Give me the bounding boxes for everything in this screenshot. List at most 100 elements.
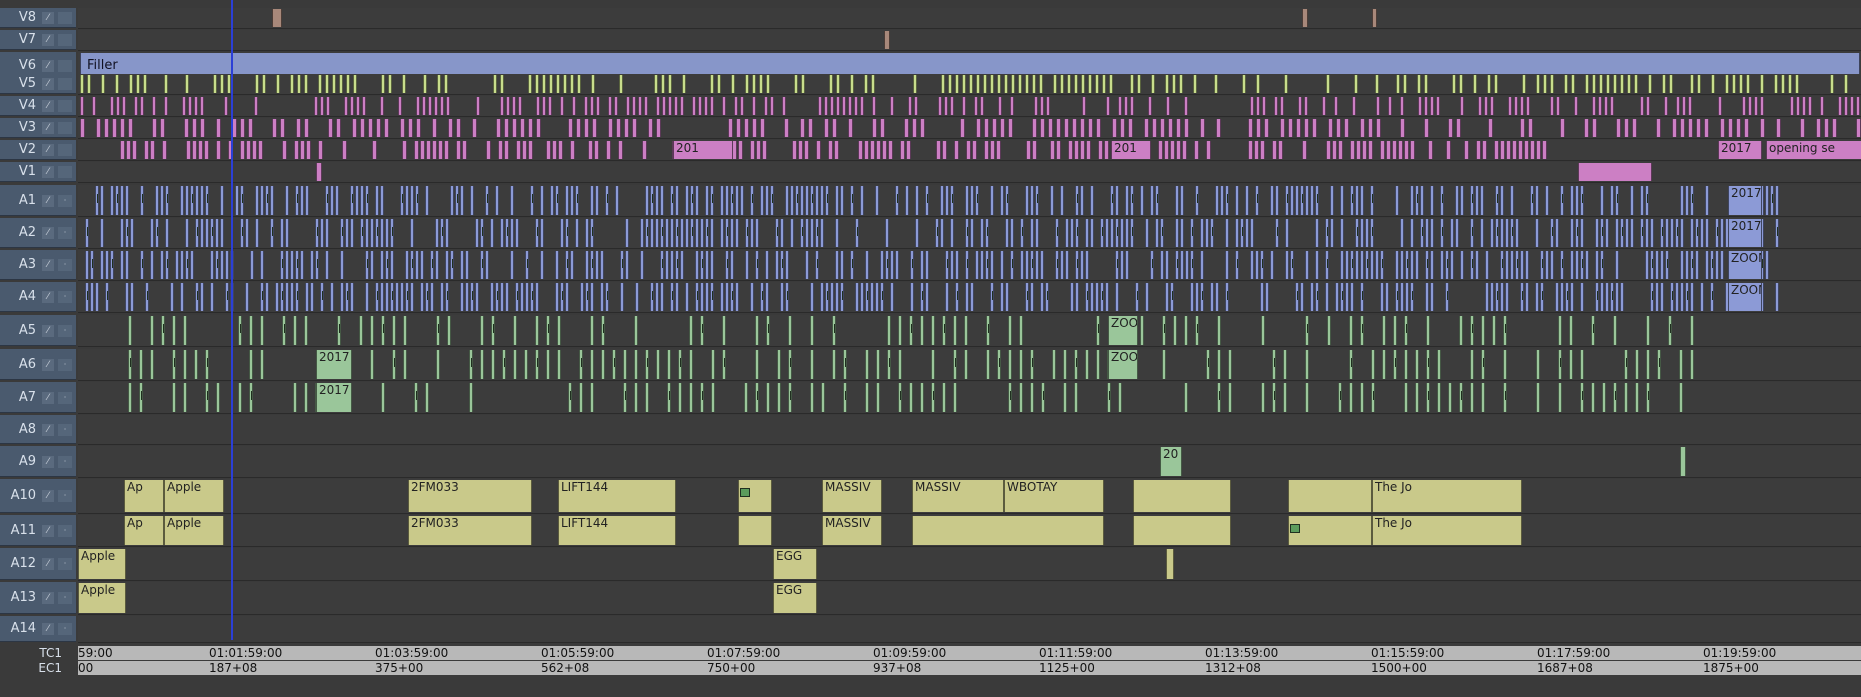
clip[interactable] xyxy=(1152,119,1157,137)
clip[interactable] xyxy=(315,219,319,247)
clip[interactable] xyxy=(1368,141,1373,159)
clip[interactable] xyxy=(220,251,224,279)
clip[interactable] xyxy=(1080,251,1084,279)
track-row-v7[interactable] xyxy=(78,30,1861,51)
clip[interactable] xyxy=(1505,251,1509,279)
clip[interactable] xyxy=(380,251,384,279)
clip[interactable] xyxy=(1272,141,1277,159)
clip[interactable] xyxy=(1045,283,1049,311)
clip[interactable] xyxy=(425,283,429,311)
clip[interactable] xyxy=(345,283,349,311)
clip[interactable] xyxy=(1340,219,1344,247)
clip[interactable] xyxy=(455,186,459,215)
clip[interactable] xyxy=(1711,75,1715,93)
clip[interactable] xyxy=(1344,119,1349,137)
clip[interactable] xyxy=(953,316,957,345)
clip[interactable] xyxy=(931,350,935,379)
clip[interactable] xyxy=(722,316,726,345)
clip[interactable] xyxy=(320,283,324,311)
clip[interactable] xyxy=(1180,251,1184,279)
clip[interactable] xyxy=(305,283,309,311)
clip[interactable] xyxy=(1660,251,1664,279)
clip[interactable] xyxy=(1360,186,1364,215)
clip[interactable] xyxy=(876,383,880,412)
clip[interactable] xyxy=(766,75,770,93)
clip[interactable] xyxy=(535,75,539,93)
clip[interactable] xyxy=(1425,283,1429,311)
clip[interactable] xyxy=(645,383,649,412)
clip[interactable] xyxy=(1856,119,1861,137)
clip[interactable] xyxy=(1106,97,1110,115)
clip[interactable] xyxy=(1190,283,1194,311)
clip[interactable] xyxy=(1304,119,1309,137)
clip[interactable] xyxy=(1355,251,1359,279)
clip[interactable] xyxy=(855,219,859,247)
clip[interactable] xyxy=(835,219,839,247)
clip[interactable] xyxy=(1679,350,1683,379)
clip[interactable] xyxy=(194,97,198,115)
clip[interactable] xyxy=(905,186,909,215)
clip[interactable] xyxy=(865,350,869,379)
clip[interactable] xyxy=(1485,283,1489,311)
track-header-a5[interactable]: A5 ⁄ · xyxy=(0,315,76,346)
track-row-a3[interactable]: ZOOM xyxy=(78,250,1861,281)
clip[interactable] xyxy=(320,97,324,115)
clip[interactable]: MASSIV xyxy=(822,480,882,512)
clip[interactable] xyxy=(326,97,330,115)
clip[interactable] xyxy=(120,186,124,215)
track-lock-icon[interactable]: ⁄ xyxy=(42,259,54,271)
clip[interactable] xyxy=(909,383,913,412)
clip[interactable] xyxy=(1555,219,1559,247)
clip[interactable] xyxy=(115,186,119,215)
clip[interactable] xyxy=(325,186,329,215)
clip[interactable] xyxy=(1334,97,1338,115)
clip[interactable] xyxy=(260,283,264,311)
clip[interactable] xyxy=(1746,75,1750,93)
clip[interactable] xyxy=(1520,251,1524,279)
clip[interactable] xyxy=(1528,119,1533,137)
clip[interactable] xyxy=(1635,350,1639,379)
clip[interactable] xyxy=(953,383,957,412)
clip[interactable] xyxy=(1710,251,1714,279)
clip[interactable] xyxy=(1404,141,1409,159)
clip[interactable] xyxy=(1550,219,1554,247)
clip[interactable] xyxy=(1760,97,1764,115)
clip[interactable] xyxy=(925,186,929,215)
clip[interactable] xyxy=(80,75,84,93)
clip[interactable] xyxy=(1615,251,1619,279)
clip[interactable] xyxy=(1355,219,1359,247)
track-row-a2[interactable]: 2017 xyxy=(78,218,1861,249)
clip[interactable] xyxy=(1115,283,1119,311)
clip[interactable] xyxy=(194,350,198,379)
clip[interactable] xyxy=(832,350,836,379)
clip[interactable] xyxy=(414,141,419,159)
clip[interactable] xyxy=(1690,283,1694,311)
clip[interactable]: Apple xyxy=(164,480,224,512)
clip[interactable] xyxy=(1032,119,1037,137)
clip[interactable] xyxy=(1655,283,1659,311)
clip[interactable]: 2FM033 xyxy=(408,516,532,545)
clip[interactable] xyxy=(588,141,593,159)
clip[interactable] xyxy=(1295,283,1299,311)
clip[interactable] xyxy=(1569,350,1573,379)
clip[interactable] xyxy=(1250,219,1254,247)
clip[interactable] xyxy=(1550,75,1554,93)
clip[interactable] xyxy=(465,251,469,279)
clip[interactable] xyxy=(1448,119,1453,137)
clip[interactable] xyxy=(1460,186,1464,215)
clip[interactable] xyxy=(1395,186,1399,215)
track-lock-icon[interactable]: ⁄ xyxy=(42,144,54,156)
clip[interactable] xyxy=(200,97,204,115)
clip[interactable] xyxy=(941,75,945,93)
clip[interactable] xyxy=(1700,219,1704,247)
clip[interactable] xyxy=(1610,283,1614,311)
clip[interactable] xyxy=(755,350,759,379)
clip[interactable] xyxy=(872,119,877,137)
clip[interactable] xyxy=(1624,350,1628,379)
clip[interactable] xyxy=(130,283,134,311)
clip[interactable] xyxy=(388,75,392,93)
clip[interactable] xyxy=(420,283,424,311)
clip[interactable] xyxy=(645,350,649,379)
clip[interactable] xyxy=(1168,119,1173,137)
clip[interactable] xyxy=(1124,97,1128,115)
